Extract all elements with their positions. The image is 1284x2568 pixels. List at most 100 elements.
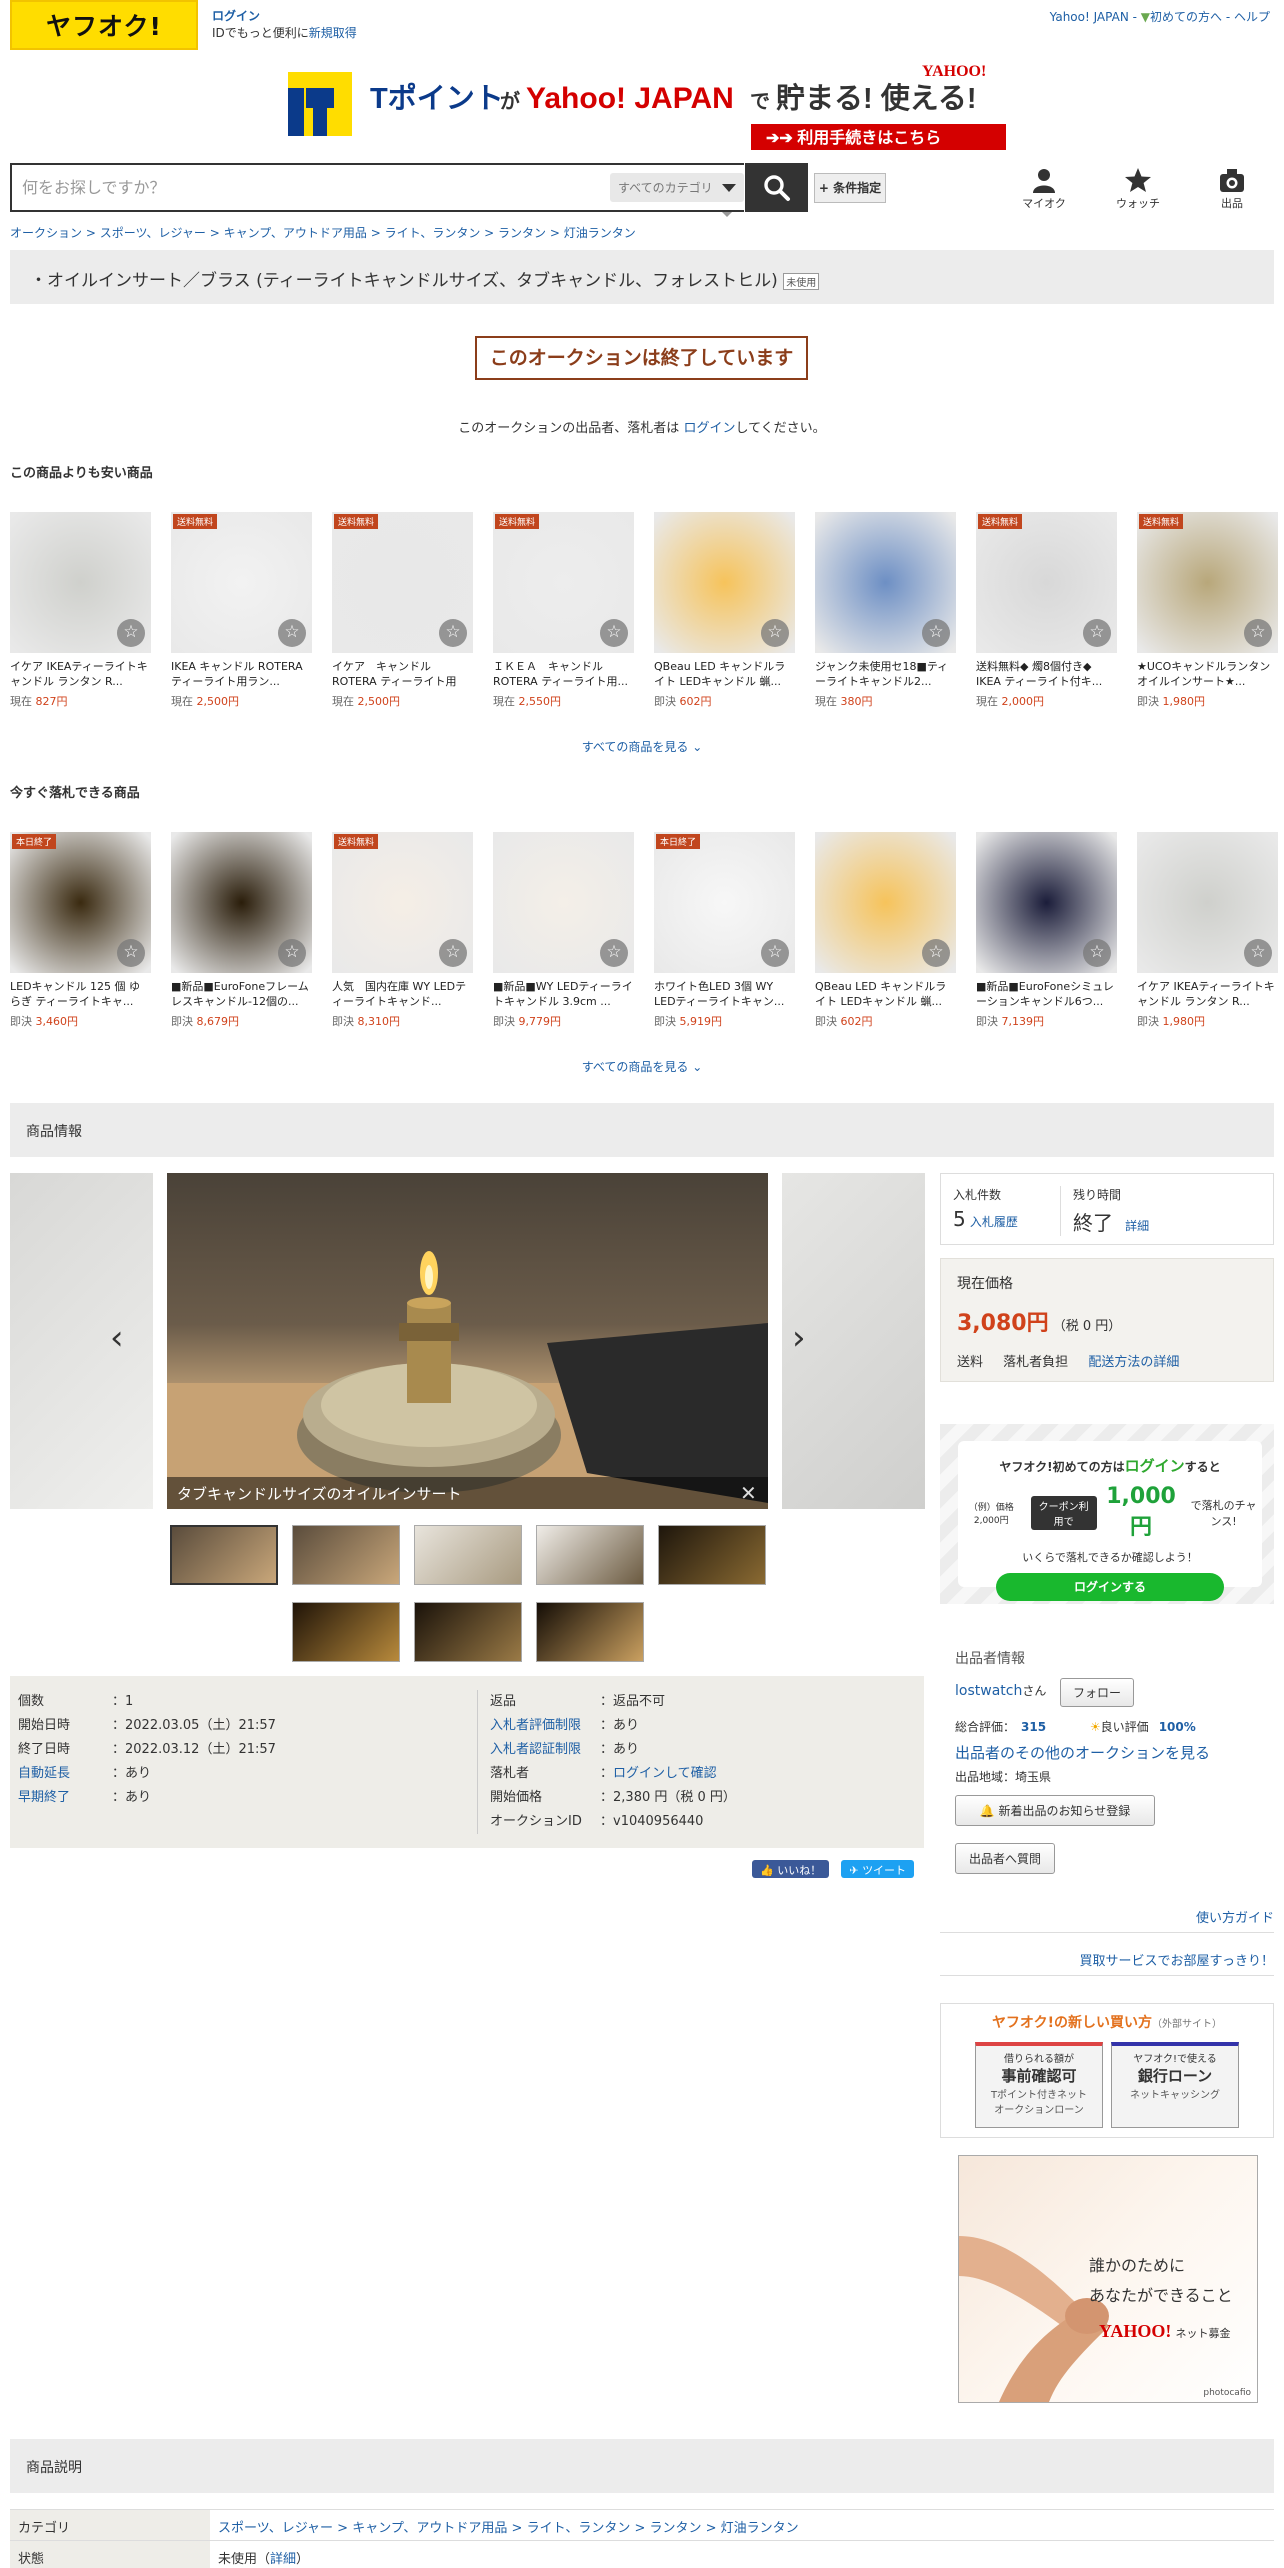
list-item[interactable]: 本日終了 ☆ ホワイト色LED 3個 WY LEDティーライトキャン... 即決 5,… [654, 832, 795, 1029]
rating-link[interactable]: 315 [1021, 1720, 1046, 1734]
seller-other-auctions-link[interactable]: 出品者のその他のオークションを見る [955, 1742, 1210, 1763]
item-name[interactable]: ジャンク未使用セ18■ティーライトキャンドル2... [815, 659, 956, 689]
facebook-like-button[interactable]: 👍 いいね！ [752, 1860, 830, 1878]
star-icon[interactable]: ☆ [761, 939, 789, 967]
item-thumbnail[interactable]: 本日終了 ☆ [654, 832, 795, 973]
new-listing-notify-button[interactable]: 🔔 新着出品のお知らせ登録 [955, 1795, 1155, 1826]
list-item[interactable]: ☆ QBeau LED キャンドルライト LEDキャンドル 蝋... 即決 602円 [654, 512, 795, 709]
category-select[interactable]: すべてのカテゴリ [610, 173, 744, 202]
star-icon[interactable]: ☆ [600, 939, 628, 967]
item-thumbnail[interactable]: 送料無料 ☆ [332, 512, 473, 653]
item-name[interactable]: ＩＫＥＡ キャンドル ROTERA ティーライト用... [493, 659, 634, 689]
item-name[interactable]: 送料無料◆ 燭8個付き◆ IKEA ティーライト付キ... [976, 659, 1117, 689]
list-item[interactable]: 送料無料 ☆ IKEA キャンドル ROTERA ティーライト用ラン... 現在 2,… [171, 512, 312, 709]
list-item[interactable]: 送料無料 ☆ ★UCOキャンドルランタン オイルインサート★... 即決 1,980円 [1137, 512, 1278, 709]
gallery-thumbnail[interactable] [413, 1525, 522, 1585]
item-thumbnail[interactable]: ☆ [976, 832, 1117, 973]
watch-button[interactable]: ウォッチ [1103, 165, 1173, 211]
star-icon[interactable]: ☆ [278, 619, 306, 647]
loan-card[interactable]: 借りられる額が 事前確認可 Tポイント付きネット オークションローン [975, 2042, 1103, 2128]
item-thumbnail[interactable]: 送料無料 ☆ [976, 512, 1117, 653]
search-input[interactable] [12, 165, 608, 210]
gallery-next-arrow[interactable]: › [792, 1318, 806, 1358]
good-rate[interactable]: 100% [1159, 1720, 1196, 1734]
ask-seller-button[interactable]: 出品者へ質問 [955, 1843, 1055, 1874]
item-name[interactable]: 人気 国内在庫 WY LEDティーライトキャンド... [332, 979, 473, 1009]
cheaper-see-all[interactable]: すべての商品を見る ⌄ [0, 738, 1284, 755]
star-icon[interactable]: ☆ [278, 939, 306, 967]
condition-button[interactable]: + 条件指定 [814, 173, 886, 203]
detail-key-link[interactable]: 入札者評価制限 [490, 1718, 581, 1733]
star-icon[interactable]: ☆ [1083, 939, 1111, 967]
detail-value-link[interactable]: ログインして確認 [613, 1766, 717, 1781]
star-icon[interactable]: ☆ [439, 939, 467, 967]
item-thumbnail[interactable]: ☆ [493, 832, 634, 973]
yahoo-japan-link[interactable]: Yahoo! JAPAN [1050, 10, 1129, 24]
item-name[interactable]: イケア IKEAティーライトキャンドル ランタン R... [1137, 979, 1278, 1009]
item-name[interactable]: ■新品■EuroFoneフレームレスキャンドル-12個の... [171, 979, 312, 1009]
breadcrumb-item[interactable]: ランタン [498, 226, 546, 240]
breadcrumb-item[interactable]: ライト、ランタン [385, 226, 481, 240]
list-item[interactable]: 送料無料 ☆ イケア キャンドル ROTERA ティーライト用ラ... 現在 2,50… [332, 512, 473, 709]
signup-link[interactable]: 新規取得 [309, 26, 357, 40]
list-item[interactable]: 送料無料 ☆ ＩＫＥＡ キャンドル ROTERA ティーライト用... 現在 2,55… [493, 512, 634, 709]
star-icon[interactable]: ☆ [761, 619, 789, 647]
buynow-see-all[interactable]: すべての商品を見る ⌄ [0, 1058, 1284, 1075]
item-name[interactable]: IKEA キャンドル ROTERA ティーライト用ラン... [171, 659, 312, 689]
gallery-prev-image[interactable] [10, 1173, 153, 1509]
myauc-button[interactable]: マイオク [1009, 165, 1079, 211]
promo-login-button[interactable]: ログインする [996, 1573, 1224, 1601]
gallery-prev-arrow[interactable]: ‹ [110, 1318, 124, 1358]
star-icon[interactable]: ☆ [439, 619, 467, 647]
help-link[interactable]: ヘルプ [1234, 10, 1270, 24]
item-thumbnail[interactable]: 送料無料 ☆ [493, 512, 634, 653]
gallery-thumbnail[interactable] [291, 1525, 400, 1585]
star-icon[interactable]: ☆ [922, 939, 950, 967]
item-name[interactable]: ■新品■EuroFoneシミュレーションキャンドル6つ... [976, 979, 1117, 1009]
search-button[interactable] [745, 163, 808, 212]
star-icon[interactable]: ☆ [1083, 619, 1111, 647]
gallery-thumbnail[interactable] [291, 1602, 400, 1662]
gallery-thumbnail[interactable] [413, 1602, 522, 1662]
item-thumbnail[interactable]: ☆ [815, 832, 956, 973]
breadcrumb-item[interactable]: キャンプ、アウトドア用品 [224, 226, 367, 240]
sell-button[interactable]: 出品 [1197, 165, 1267, 211]
seller-name-link[interactable]: lostwatch [955, 1683, 1022, 1699]
login-notice-link[interactable]: ログイン [683, 421, 735, 436]
star-icon[interactable]: ☆ [117, 619, 145, 647]
close-icon[interactable]: ✕ [740, 1481, 757, 1505]
item-thumbnail[interactable]: 本日終了 ☆ [10, 832, 151, 973]
state-detail-link[interactable]: 詳細 [270, 2552, 296, 2567]
item-name[interactable]: QBeau LED キャンドルライト LEDキャンドル 蝋... [815, 979, 956, 1009]
item-name[interactable]: イケア IKEAティーライトキャンドル ランタン R... [10, 659, 151, 689]
breadcrumb-item[interactable]: スポーツ、レジャー [100, 226, 206, 240]
item-name[interactable]: LEDキャンドル 125 個 ゆらぎ ティーライトキャ... [10, 979, 151, 1009]
list-item[interactable]: ☆ ■新品■EuroFoneシミュレーションキャンドル6つ... 即決 7,139円 [976, 832, 1117, 1029]
breadcrumb-item[interactable]: 灯油ランタン [564, 226, 636, 240]
buyback-service-link[interactable]: 買取サービスでお部屋すっきり！ [940, 1950, 1274, 1976]
item-name[interactable]: イケア キャンドル ROTERA ティーライト用ラ... [332, 659, 473, 689]
list-item[interactable]: ☆ ジャンク未使用セ18■ティーライトキャンドル2... 現在 380円 [815, 512, 956, 709]
item-thumbnail[interactable]: ☆ [1137, 832, 1278, 973]
star-icon[interactable]: ☆ [1244, 619, 1272, 647]
item-thumbnail[interactable]: ☆ [815, 512, 956, 653]
item-thumbnail[interactable]: 送料無料 ☆ [1137, 512, 1278, 653]
time-detail-link[interactable]: 詳細 [1125, 1219, 1149, 1233]
category-path-link[interactable]: スポーツ、レジャー > キャンプ、アウトドア用品 > ライト、ランタン > ラン… [218, 2521, 799, 2536]
beginner-link[interactable]: 初めての方へ [1150, 10, 1222, 24]
list-item[interactable]: 送料無料 ☆ 人気 国内在庫 WY LEDティーライトキャンド... 即決 8,310… [332, 832, 473, 1029]
star-icon[interactable]: ☆ [117, 939, 145, 967]
gallery-thumbnail[interactable] [169, 1525, 278, 1585]
list-item[interactable]: ☆ イケア IKEAティーライトキャンドル ランタン R... 即決 1,980円 [1137, 832, 1278, 1029]
list-item[interactable]: ☆ ■新品■WY LEDティーライトキャンドル 3.9cm ... 即決 9,779… [493, 832, 634, 1029]
shipping-detail-link[interactable]: 配送方法の詳細 [1088, 1355, 1179, 1370]
donation-ad[interactable]: 誰かのために あなたができること YAHOO! ネット募金 photocafio [958, 2155, 1258, 2403]
item-name[interactable]: ■新品■WY LEDティーライトキャンドル 3.9cm ... [493, 979, 634, 1009]
item-thumbnail[interactable]: ☆ [654, 512, 795, 653]
item-thumbnail[interactable]: 送料無料 ☆ [332, 832, 473, 973]
item-thumbnail[interactable]: ☆ [171, 832, 312, 973]
promo-login-link[interactable]: ログイン [1125, 1457, 1185, 1475]
bank-loan-card[interactable]: ヤフオク!で使える 銀行ローン ネットキャッシング [1111, 2042, 1239, 2128]
item-name[interactable]: ホワイト色LED 3個 WY LEDティーライトキャン... [654, 979, 795, 1009]
item-name[interactable]: QBeau LED キャンドルライト LEDキャンドル 蝋... [654, 659, 795, 689]
